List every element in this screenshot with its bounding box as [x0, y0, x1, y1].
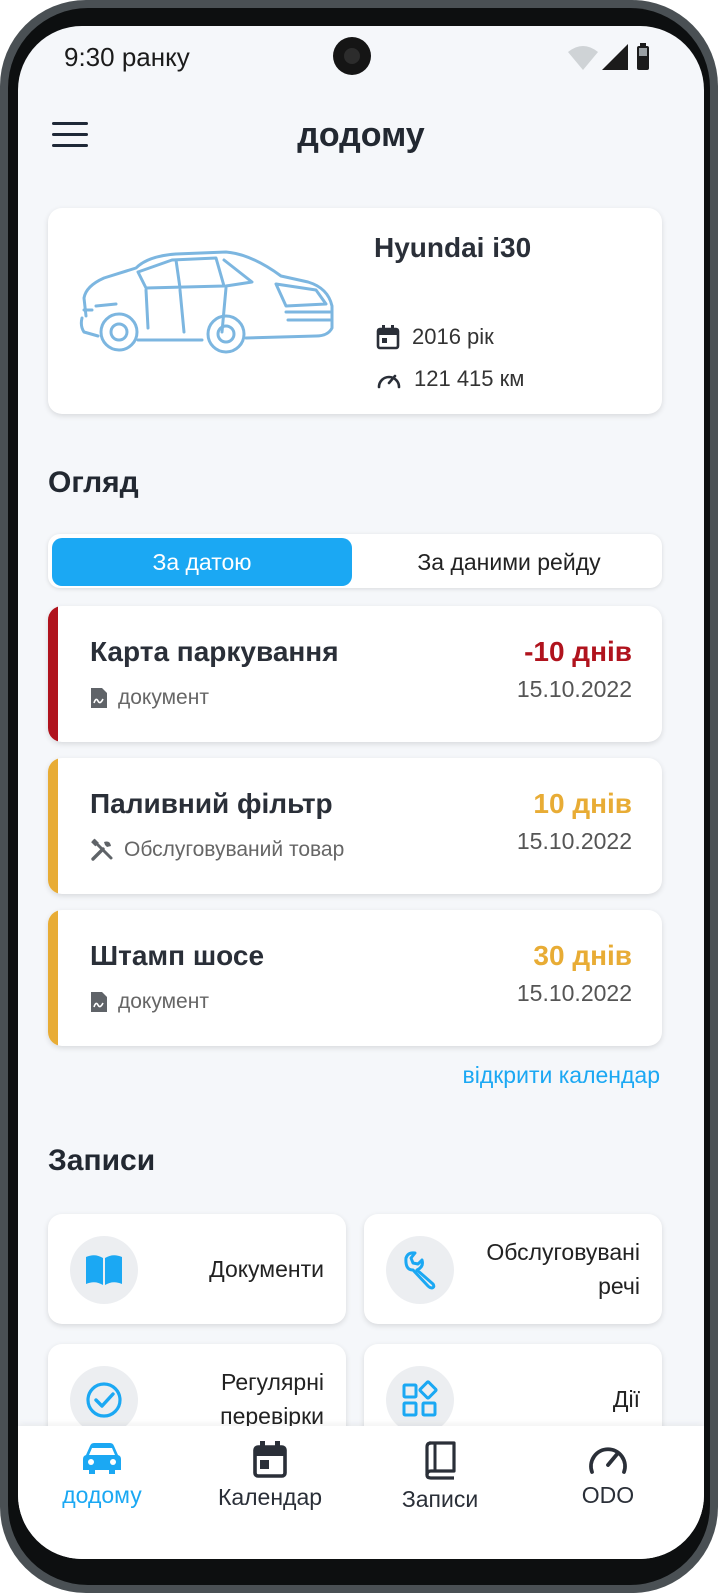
reminder-type: Обслуговуваний товар — [124, 838, 345, 861]
reminder-card[interactable]: Карта паркування документ -10 днів 15.10… — [48, 606, 662, 742]
calendar-icon — [253, 1441, 287, 1478]
tab-by-trip-data[interactable]: За даними рейду — [360, 538, 658, 586]
tab-by-date[interactable]: За датою — [52, 538, 352, 586]
status-bar-indicator — [48, 606, 58, 742]
tile-label: Обслуговувані речі — [486, 1239, 640, 1299]
app-header: додому — [18, 106, 704, 166]
reminder-card[interactable]: Штамп шосе документ 30 днів 15.10.2022 — [48, 910, 662, 1046]
overview-sort-toggle: За датою За даними рейду — [48, 534, 662, 588]
bottom-navigation: додому Календар Записи ODO — [18, 1426, 704, 1559]
battery-icon — [637, 43, 649, 70]
vehicle-name: Hyundai i30 — [374, 232, 532, 263]
reminder-days: 30 днів — [533, 940, 632, 971]
book-icon — [86, 1255, 122, 1285]
reminder-subtitle: документ — [90, 990, 209, 1014]
nav-label: Календар — [217, 1484, 323, 1510]
nav-label: додому — [62, 1482, 142, 1508]
records-title: Записи — [48, 1144, 156, 1177]
tile-icon-background — [386, 1236, 454, 1304]
wrench-icon — [404, 1251, 436, 1290]
tile-icon-background — [70, 1366, 138, 1434]
reminder-title: Штамп шосе — [90, 940, 265, 971]
calendar-icon — [376, 325, 400, 350]
nav-label: ODO — [581, 1482, 635, 1508]
nav-item-calendar[interactable]: Календар — [190, 1440, 350, 1511]
document-icon — [91, 992, 107, 1012]
reminder-date: 15.10.2022 — [516, 828, 632, 854]
reminder-card[interactable]: Паливний фільтр Обслуговуваний товар 10 … — [48, 758, 662, 894]
car-icon — [83, 1443, 121, 1474]
status-bar: 9:30 ранку — [18, 26, 704, 86]
overview-title: Огляд — [48, 466, 139, 499]
vehicle-card[interactable]: Hyundai i30 2016 рік 121 415 км — [48, 208, 662, 414]
tile-label: Документи — [209, 1256, 324, 1282]
book-icon — [425, 1441, 456, 1480]
speedometer-icon — [589, 1447, 627, 1474]
screen: 9:30 ранку додому Hyundai i30 2016 рік 1… — [18, 26, 704, 1559]
reminder-days: -10 днів — [524, 636, 632, 667]
open-calendar-link[interactable]: відкрити календар — [463, 1062, 661, 1089]
speedometer-icon — [377, 374, 401, 389]
cellular-signal-icon — [602, 44, 628, 70]
tile-icon-background — [386, 1366, 454, 1434]
vehicle-year-row: 2016 рік — [376, 324, 494, 350]
vehicle-mileage: 121 415 км — [414, 366, 525, 391]
reminder-title: Паливний фільтр — [90, 788, 333, 819]
reminder-subtitle: документ — [90, 686, 209, 710]
document-icon — [91, 688, 107, 708]
status-bar-indicator — [48, 758, 58, 894]
nav-label: Записи — [401, 1486, 479, 1512]
records-tile-documents[interactable]: Документи — [48, 1214, 346, 1324]
vehicle-mileage-row: 121 415 км — [376, 366, 524, 392]
reminder-subtitle: Обслуговуваний товар — [90, 838, 344, 862]
status-bar-indicator — [48, 910, 58, 1046]
car-illustration — [79, 250, 334, 354]
nav-item-records[interactable]: Записи — [360, 1440, 520, 1513]
nav-item-home[interactable]: додому — [22, 1440, 182, 1509]
reminder-date: 15.10.2022 — [516, 980, 632, 1006]
nav-item-odo[interactable]: ODO — [528, 1440, 688, 1509]
apps-icon — [402, 1380, 438, 1417]
tools-icon — [91, 838, 113, 861]
wifi-icon — [568, 46, 598, 70]
page-title: додому — [297, 116, 425, 154]
tile-icon-background — [70, 1236, 138, 1304]
status-icons — [566, 42, 660, 77]
front-camera — [333, 37, 371, 75]
reminder-title: Карта паркування — [90, 636, 339, 667]
reminder-type: документ — [118, 990, 209, 1013]
reminder-date: 15.10.2022 — [516, 676, 632, 702]
status-time: 9:30 ранку — [64, 42, 190, 72]
vehicle-year: 2016 рік — [412, 324, 494, 349]
check-circle-icon — [86, 1382, 122, 1418]
reminder-days: 10 днів — [533, 788, 632, 819]
records-tile-serviced-items[interactable]: Обслуговувані речі — [364, 1214, 662, 1324]
reminder-type: документ — [118, 686, 209, 709]
